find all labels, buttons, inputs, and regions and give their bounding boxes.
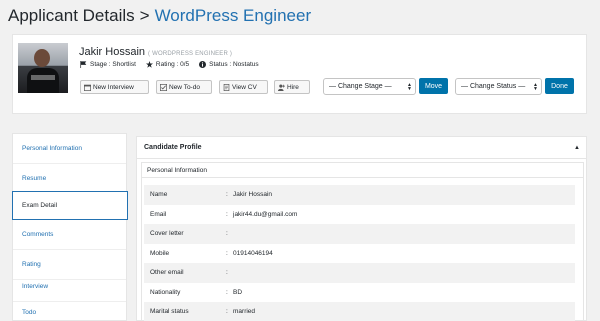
rating-meta: Rating : 0/5 bbox=[145, 61, 190, 68]
nav-comments[interactable]: Comments bbox=[13, 220, 126, 250]
row-label: Marital status bbox=[150, 308, 189, 316]
nav-todo[interactable]: Todo bbox=[13, 298, 126, 321]
table-row: Nationality: BD bbox=[144, 283, 575, 303]
move-button[interactable]: Move bbox=[419, 78, 448, 94]
new-interview-label: New Interview bbox=[93, 83, 134, 91]
applicant-sections-nav: Personal Information Resume Exam Detail … bbox=[12, 133, 128, 321]
table-row: Name: Jakir Hossain bbox=[144, 185, 575, 205]
personal-info-table: Name: Jakir Hossain Email: jakir44.du@gmai… bbox=[144, 185, 575, 321]
page-title-text: Applicant Details bbox=[8, 6, 135, 25]
row-label: Email bbox=[150, 210, 167, 218]
nav-personal-information[interactable]: Personal Information bbox=[13, 134, 126, 164]
row-value: jakir44.du@gmail.com bbox=[233, 210, 298, 218]
candidate-name: Jakir Hossain bbox=[79, 46, 146, 58]
row-value: Jakir Hossain bbox=[233, 191, 273, 199]
document-icon bbox=[223, 83, 230, 91]
rating-text: Rating : 0/5 bbox=[155, 61, 190, 68]
star-icon bbox=[145, 61, 153, 68]
breadcrumb-separator: > bbox=[139, 6, 150, 25]
stage-text: Stage : Shortlist bbox=[90, 61, 136, 68]
candidate-name-line: Jakir Hossain( WORDPRESS ENGINEER ) bbox=[79, 42, 232, 60]
select-arrows-icon: ▲ ▼ bbox=[407, 81, 412, 92]
table-row: Marital status: married bbox=[144, 302, 575, 321]
nav-resume[interactable]: Resume bbox=[13, 164, 126, 194]
add-user-icon bbox=[278, 84, 285, 91]
panel-title: Candidate Profile bbox=[144, 144, 202, 151]
candidate-meta: Stage : Shortlist Rating : 0/5 Status : … bbox=[80, 61, 259, 68]
table-row: Cover letter: bbox=[144, 224, 575, 244]
calendar-icon bbox=[84, 84, 91, 91]
new-interview-button[interactable]: New Interview bbox=[80, 80, 149, 94]
change-stage-value: — Change Stage — bbox=[329, 83, 392, 90]
panel-header[interactable]: Candidate Profile ▲ bbox=[137, 137, 586, 159]
select-arrows-icon: ▲ ▼ bbox=[533, 81, 538, 92]
table-row: Mobile:01914046194 bbox=[144, 244, 575, 264]
row-label: Mobile bbox=[150, 249, 170, 257]
row-label: Nationality bbox=[150, 288, 181, 296]
change-status-value: — Change Status — bbox=[461, 83, 526, 90]
row-value: married bbox=[233, 308, 256, 316]
view-cv-label: View CV bbox=[232, 83, 257, 91]
breadcrumb-job-link[interactable]: WordPress Engineer bbox=[155, 6, 312, 25]
table-row: Email: jakir44.du@gmail.com bbox=[144, 205, 575, 225]
status-meta: Status : Nostatus bbox=[199, 61, 259, 68]
table-row: Other email: bbox=[144, 263, 575, 283]
flag-icon bbox=[80, 61, 87, 68]
info-icon bbox=[199, 61, 207, 68]
status-text: Status : Nostatus bbox=[209, 61, 259, 68]
change-stage-select[interactable]: — Change Stage — ▲ ▼ bbox=[323, 78, 416, 95]
candidate-profile-panel: Candidate Profile ▲ Personal Information… bbox=[136, 136, 587, 321]
done-label: Done bbox=[551, 82, 568, 90]
collapse-caret-icon[interactable]: ▲ bbox=[574, 145, 580, 151]
row-value: 01914046194 bbox=[233, 249, 273, 257]
row-label: Other email bbox=[150, 269, 184, 277]
new-todo-button[interactable]: New To-do bbox=[156, 80, 212, 94]
done-button[interactable]: Done bbox=[545, 78, 574, 94]
row-label: Cover letter bbox=[150, 230, 184, 238]
todo-icon bbox=[160, 83, 167, 91]
nav-exam-detail[interactable]: Exam Detail bbox=[12, 191, 128, 220]
hire-label: Hire bbox=[287, 83, 299, 91]
candidate-summary-card: Jakir Hossain( WORDPRESS ENGINEER ) Stag… bbox=[12, 34, 587, 114]
stage-meta: Stage : Shortlist bbox=[80, 61, 136, 68]
hire-button[interactable]: Hire bbox=[274, 80, 310, 94]
candidate-job-title: ( WORDPRESS ENGINEER ) bbox=[148, 51, 233, 57]
row-label: Name bbox=[150, 191, 168, 199]
avatar bbox=[18, 43, 68, 93]
change-status-select[interactable]: — Change Status — ▲ ▼ bbox=[455, 78, 542, 95]
view-cv-button[interactable]: View CV bbox=[219, 80, 268, 94]
move-label: Move bbox=[424, 82, 443, 90]
row-value: BD bbox=[233, 288, 243, 296]
section-title: Personal Information bbox=[142, 163, 583, 178]
page-title: Applicant Details > WordPress Engineer bbox=[8, 6, 311, 26]
new-todo-label: New To-do bbox=[169, 83, 200, 91]
